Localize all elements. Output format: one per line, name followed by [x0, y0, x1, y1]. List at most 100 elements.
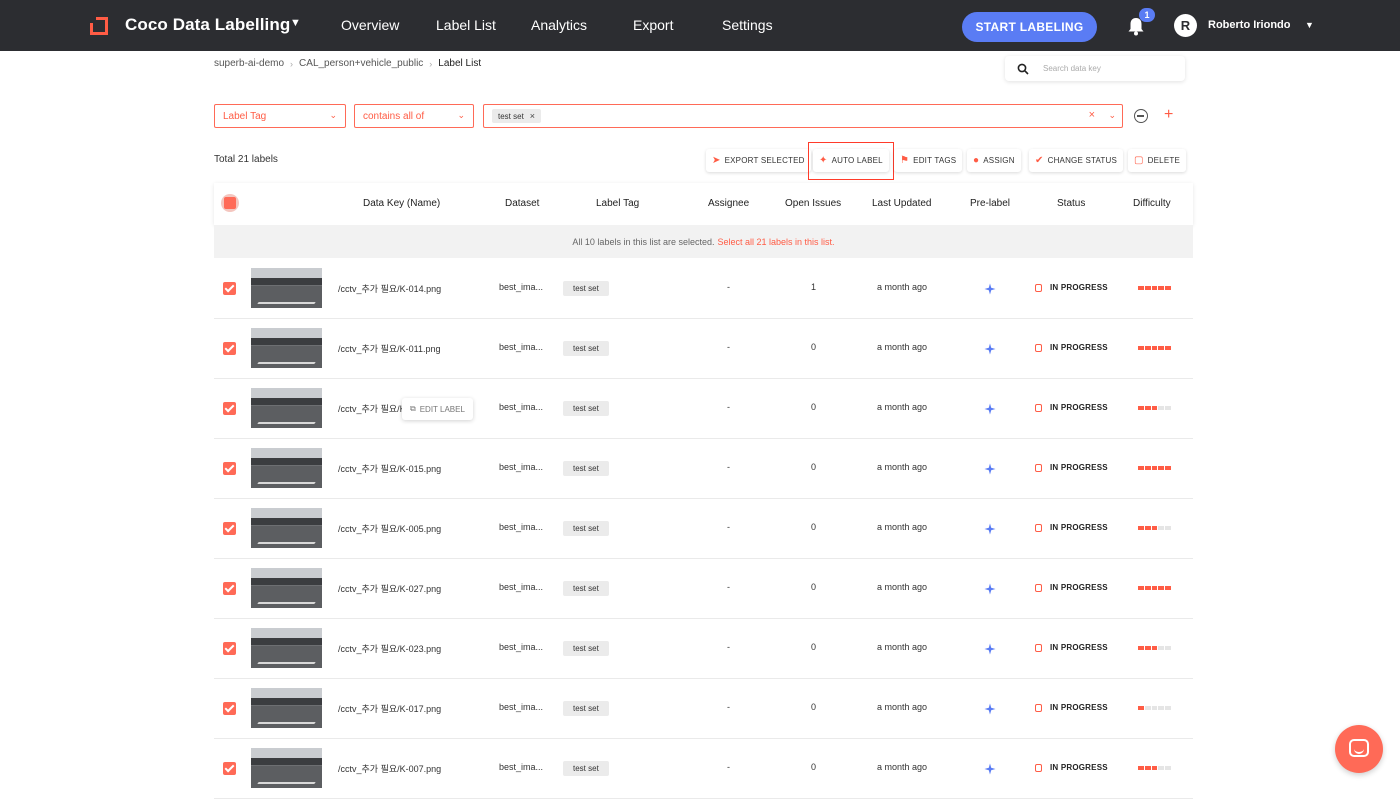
thumbnail-road	[251, 286, 322, 308]
row-checkbox[interactable]	[223, 402, 236, 415]
difficulty-bar	[1138, 286, 1171, 290]
open-issues: 0	[811, 582, 817, 592]
data-key[interactable]: /cctv_추가 필요/K-005.png	[338, 522, 441, 535]
delete-button[interactable]: ▢ DELETE	[1128, 149, 1186, 172]
change-status-button[interactable]: ✔ CHANGE STATUS	[1029, 149, 1124, 172]
difficulty-segment	[1165, 646, 1171, 650]
difficulty-segment	[1165, 406, 1171, 410]
thumbnail-image[interactable]	[251, 268, 322, 308]
data-key[interactable]: /cctv_추가 필요/K-017.png	[338, 702, 441, 715]
table-row[interactable]: /cctv_추가 필요/K-023.png best_ima... test set…	[214, 619, 1193, 679]
nav-overview[interactable]: Overview	[341, 17, 399, 33]
table-row[interactable]: /cctv_추가 필요/K-011.png best_ima... test set…	[214, 319, 1193, 379]
column-prelabel[interactable]: Pre-label	[970, 198, 1010, 209]
thumbnail-image[interactable]	[251, 448, 322, 488]
search-box[interactable]	[1005, 56, 1185, 81]
export-selected-label: EXPORT SELECTED	[724, 156, 805, 165]
row-checkbox[interactable]	[223, 462, 236, 475]
data-key[interactable]: /cctv_추가 필요/K-007.png	[338, 762, 441, 775]
thumbnail-image[interactable]	[251, 568, 322, 608]
filter-value-select[interactable]: test set × × ⌄	[483, 104, 1123, 128]
start-labeling-button[interactable]: START LABELING	[962, 12, 1097, 42]
column-open-issues[interactable]: Open Issues	[785, 198, 841, 209]
selection-banner: All 10 labels in this list are selected.…	[214, 225, 1193, 258]
difficulty-segment	[1165, 466, 1171, 470]
thumbnail-image[interactable]	[251, 388, 322, 428]
close-icon[interactable]: ×	[530, 111, 535, 121]
thumbnail-image[interactable]	[251, 328, 322, 368]
nav-analytics[interactable]: Analytics	[531, 17, 587, 33]
nav-label-list[interactable]: Label List	[436, 17, 496, 33]
edit-tags-button[interactable]: ⚑ EDIT TAGS	[894, 149, 963, 172]
trash-icon: ▢	[1134, 155, 1144, 166]
remove-filter-icon[interactable]	[1134, 109, 1148, 123]
row-checkbox[interactable]	[223, 642, 236, 655]
edit-label-button[interactable]: ⧉ EDIT LABEL	[402, 398, 473, 420]
breadcrumb-project[interactable]: CAL_person+vehicle_public	[299, 58, 423, 69]
chevron-down-icon[interactable]: ▼	[290, 17, 301, 29]
table-row[interactable]: /cctv_추가 필요/K-017.png best_ima... test set…	[214, 679, 1193, 739]
row-checkbox[interactable]	[223, 342, 236, 355]
table-row[interactable]: /cctv_추가 필요/K-014.png best_ima... test set…	[214, 259, 1193, 319]
column-label-tag[interactable]: Label Tag	[596, 198, 639, 209]
data-key[interactable]: /cctv_추가 필요/K-015.png	[338, 462, 441, 475]
column-last-updated[interactable]: Last Updated	[872, 198, 932, 209]
assign-button[interactable]: ● ASSIGN	[967, 149, 1021, 172]
chevron-down-icon[interactable]: ▼	[1305, 20, 1314, 30]
column-assignee[interactable]: Assignee	[708, 198, 749, 209]
open-issues: 0	[811, 702, 817, 712]
select-all-checkbox[interactable]	[221, 194, 239, 212]
export-selected-button[interactable]: ➤ EXPORT SELECTED	[706, 149, 811, 172]
row-checkbox[interactable]	[223, 522, 236, 535]
column-data-key[interactable]: Data Key (Name)	[363, 198, 440, 209]
select-all-link[interactable]: Select all 21 labels in this list.	[718, 237, 835, 247]
status-icon	[1035, 764, 1042, 772]
thumbnail-road	[251, 346, 322, 368]
difficulty-segment	[1158, 466, 1165, 470]
thumbnail-image[interactable]	[251, 688, 322, 728]
difficulty-segment	[1165, 706, 1171, 710]
assignee: -	[727, 762, 730, 772]
delete-label: DELETE	[1147, 156, 1180, 165]
thumbnail-image[interactable]	[251, 508, 322, 548]
column-status[interactable]: Status	[1057, 198, 1085, 209]
project-title[interactable]: Coco Data Labelling	[125, 15, 290, 35]
data-key[interactable]: /cctv_추가 필요/K-023.png	[338, 642, 441, 655]
difficulty-segment	[1158, 526, 1165, 530]
row-checkbox[interactable]	[223, 582, 236, 595]
avatar[interactable]: R	[1174, 14, 1197, 37]
column-difficulty[interactable]: Difficulty	[1133, 198, 1171, 209]
data-key[interactable]: /cctv_추가 필요/K-011.png	[338, 342, 441, 355]
nav-export[interactable]: Export	[633, 17, 673, 33]
add-filter-icon[interactable]: +	[1164, 106, 1173, 124]
difficulty-segment	[1138, 766, 1144, 770]
thumbnail-lane	[257, 422, 316, 424]
row-checkbox[interactable]	[223, 762, 236, 775]
table-row[interactable]: /cctv_추가 필요/K-010.png best_ima... test set…	[214, 379, 1193, 439]
data-key[interactable]: /cctv_추가 필요/K-014.png	[338, 282, 441, 295]
search-input[interactable]	[1043, 64, 1173, 73]
difficulty-segment	[1158, 706, 1165, 710]
table-row[interactable]: /cctv_추가 필요/K-027.png best_ima... test set…	[214, 559, 1193, 619]
filter-field-select[interactable]: Label Tag ⌄	[214, 104, 346, 128]
row-checkbox[interactable]	[223, 702, 236, 715]
clear-icon[interactable]: ×	[1089, 109, 1095, 121]
breadcrumb-team[interactable]: superb-ai-demo	[214, 58, 284, 69]
row-checkbox[interactable]	[223, 282, 236, 295]
user-name[interactable]: Roberto Iriondo	[1208, 19, 1291, 31]
table-row[interactable]: /cctv_추가 필요/K-015.png best_ima... test set…	[214, 439, 1193, 499]
chat-button[interactable]	[1335, 725, 1383, 773]
column-dataset[interactable]: Dataset	[505, 198, 539, 209]
breadcrumb-current: Label List	[438, 58, 482, 69]
table-row[interactable]: /cctv_추가 필요/K-005.png best_ima... test set…	[214, 499, 1193, 559]
nav-settings[interactable]: Settings	[722, 17, 773, 33]
table-row[interactable]: /cctv_추가 필요/K-007.png best_ima... test set…	[214, 739, 1193, 799]
thumbnail-lane	[257, 542, 316, 544]
thumbnail-image[interactable]	[251, 748, 322, 788]
thumbnail-image[interactable]	[251, 628, 322, 668]
chevron-down-icon[interactable]: ⌄	[1108, 110, 1116, 121]
data-key[interactable]: /cctv_추가 필요/K-027.png	[338, 582, 441, 595]
filter-operator-select[interactable]: contains all of ⌄	[354, 104, 474, 128]
difficulty-bar	[1138, 406, 1171, 410]
logo-icon[interactable]	[90, 17, 108, 35]
